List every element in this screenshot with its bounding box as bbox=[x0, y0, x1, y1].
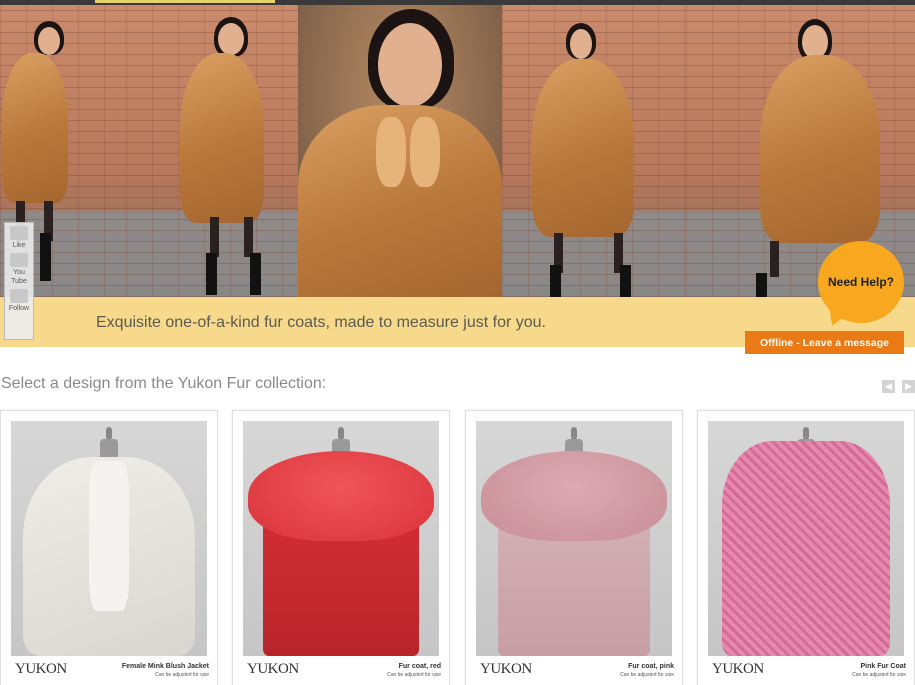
collection-heading: Select a design from the Yukon Fur colle… bbox=[1, 375, 327, 392]
product-note: Can be adjusted for size bbox=[852, 672, 906, 678]
need-help-bubble[interactable]: Need Help? bbox=[818, 241, 904, 323]
product-image[interactable] bbox=[708, 421, 904, 656]
product-image[interactable] bbox=[476, 421, 672, 656]
tagline-text: Exquisite one-of-a-kind fur coats, made … bbox=[96, 314, 546, 331]
yukon-logo: YUKON bbox=[712, 661, 764, 677]
product-note: Can be adjusted for size bbox=[155, 672, 209, 678]
youtube-sub-label: Tube bbox=[11, 278, 27, 285]
twitter-icon bbox=[10, 289, 28, 303]
page: Like You Tube Follow Exquisite one-of-a-… bbox=[0, 0, 915, 685]
product-card[interactable]: YUKON Fur coat, red Can be adjusted for … bbox=[232, 410, 450, 685]
youtube-button[interactable]: You Tube bbox=[5, 253, 33, 286]
hero-photo-3 bbox=[298, 5, 502, 297]
hero-photo-4 bbox=[502, 5, 686, 297]
product-note: Can be adjusted for size bbox=[620, 672, 674, 678]
facebook-like-button[interactable]: Like bbox=[5, 226, 33, 250]
product-name: Fur coat, red bbox=[398, 663, 441, 670]
product-name: Pink Fur Coat bbox=[860, 663, 906, 670]
facebook-icon bbox=[10, 226, 28, 240]
youtube-label: You bbox=[13, 269, 25, 276]
product-image[interactable] bbox=[11, 421, 207, 656]
product-name: Female Mink Blush Jacket bbox=[121, 663, 209, 670]
top-bar-accent bbox=[95, 0, 275, 3]
need-help-label: Need Help? bbox=[827, 275, 894, 289]
twitter-follow-button[interactable]: Follow bbox=[5, 289, 33, 313]
youtube-icon bbox=[10, 253, 28, 267]
product-card[interactable]: YUKON Fur coat, pink Can be adjusted for… bbox=[465, 410, 683, 685]
product-image[interactable] bbox=[243, 421, 439, 656]
product-name: Fur coat, pink bbox=[628, 663, 674, 670]
like-label: Like bbox=[12, 242, 26, 249]
product-note: Can be adjusted for size bbox=[387, 672, 441, 678]
carousel-prev-button[interactable]: ◀ bbox=[882, 380, 895, 393]
offline-message-button[interactable]: Offline - Leave a message bbox=[745, 331, 904, 354]
yukon-logo: YUKON bbox=[480, 661, 532, 677]
follow-label: Follow bbox=[8, 305, 30, 312]
hero-banner bbox=[0, 5, 915, 297]
yukon-logo: YUKON bbox=[15, 661, 67, 677]
yukon-logo: YUKON bbox=[247, 661, 299, 677]
product-card[interactable]: YUKON Pink Fur Coat Can be adjusted for … bbox=[697, 410, 915, 685]
social-share-bar: Like You Tube Follow bbox=[4, 222, 34, 340]
product-card[interactable]: YUKON Female Mink Blush Jacket Can be ad… bbox=[0, 410, 218, 685]
hero-photo-2 bbox=[126, 5, 298, 297]
carousel-next-button[interactable]: ▶ bbox=[902, 380, 915, 393]
